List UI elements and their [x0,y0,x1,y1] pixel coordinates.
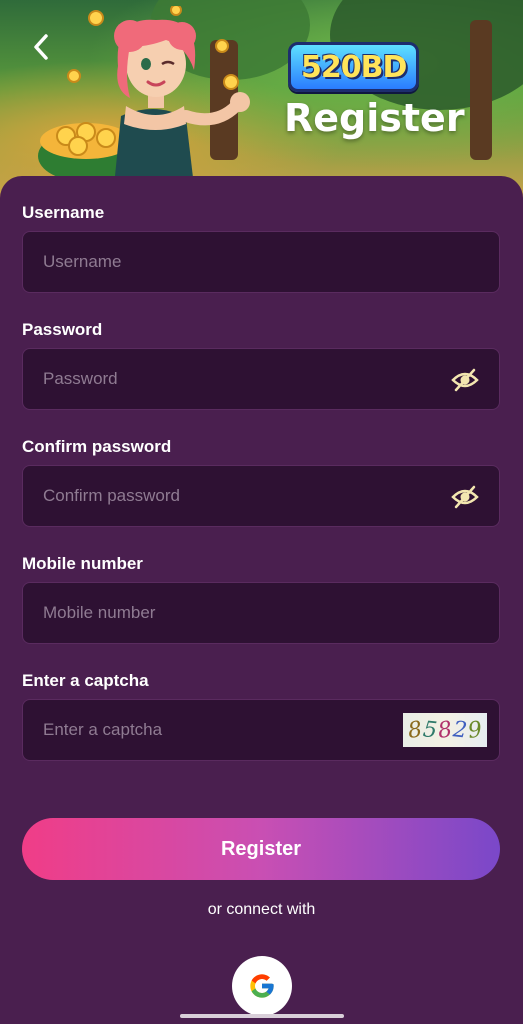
google-login-button[interactable] [232,956,292,1016]
confirm-password-label: Confirm password [22,437,172,456]
password-input[interactable] [23,349,499,409]
confirm-password-field-container [22,465,500,527]
brand-logo-text: 520BD [301,49,407,85]
captcha-character: 9 [465,716,485,744]
password-field-container [22,348,500,410]
mobile-number-input[interactable] [23,583,499,643]
connect-with-text: or connect with [207,901,316,918]
captcha-image[interactable]: 85829 [403,713,487,747]
header-banner: 520BD Register [0,0,523,200]
page-title: Register [284,96,465,140]
register-button[interactable]: Register [22,818,500,880]
eye-off-icon[interactable] [451,484,479,510]
mobile-number-field-container [22,582,500,644]
home-indicator [180,1014,344,1018]
username-field-container [22,231,500,293]
brand-logo: 520BD [288,42,420,92]
background-tree-trunk [470,20,492,160]
username-label: Username [22,203,105,222]
confirm-password-input[interactable] [23,466,499,526]
password-label: Password [22,320,103,339]
captcha-code: 85829 [406,716,485,744]
captcha-label: Enter a captcha [22,671,149,690]
eye-off-icon[interactable] [451,367,479,393]
mobile-number-label: Mobile number [22,554,143,573]
character-illustration [38,6,250,186]
captcha-field-container: 85829 [22,699,500,761]
username-input[interactable] [23,232,499,292]
google-icon [250,974,274,998]
